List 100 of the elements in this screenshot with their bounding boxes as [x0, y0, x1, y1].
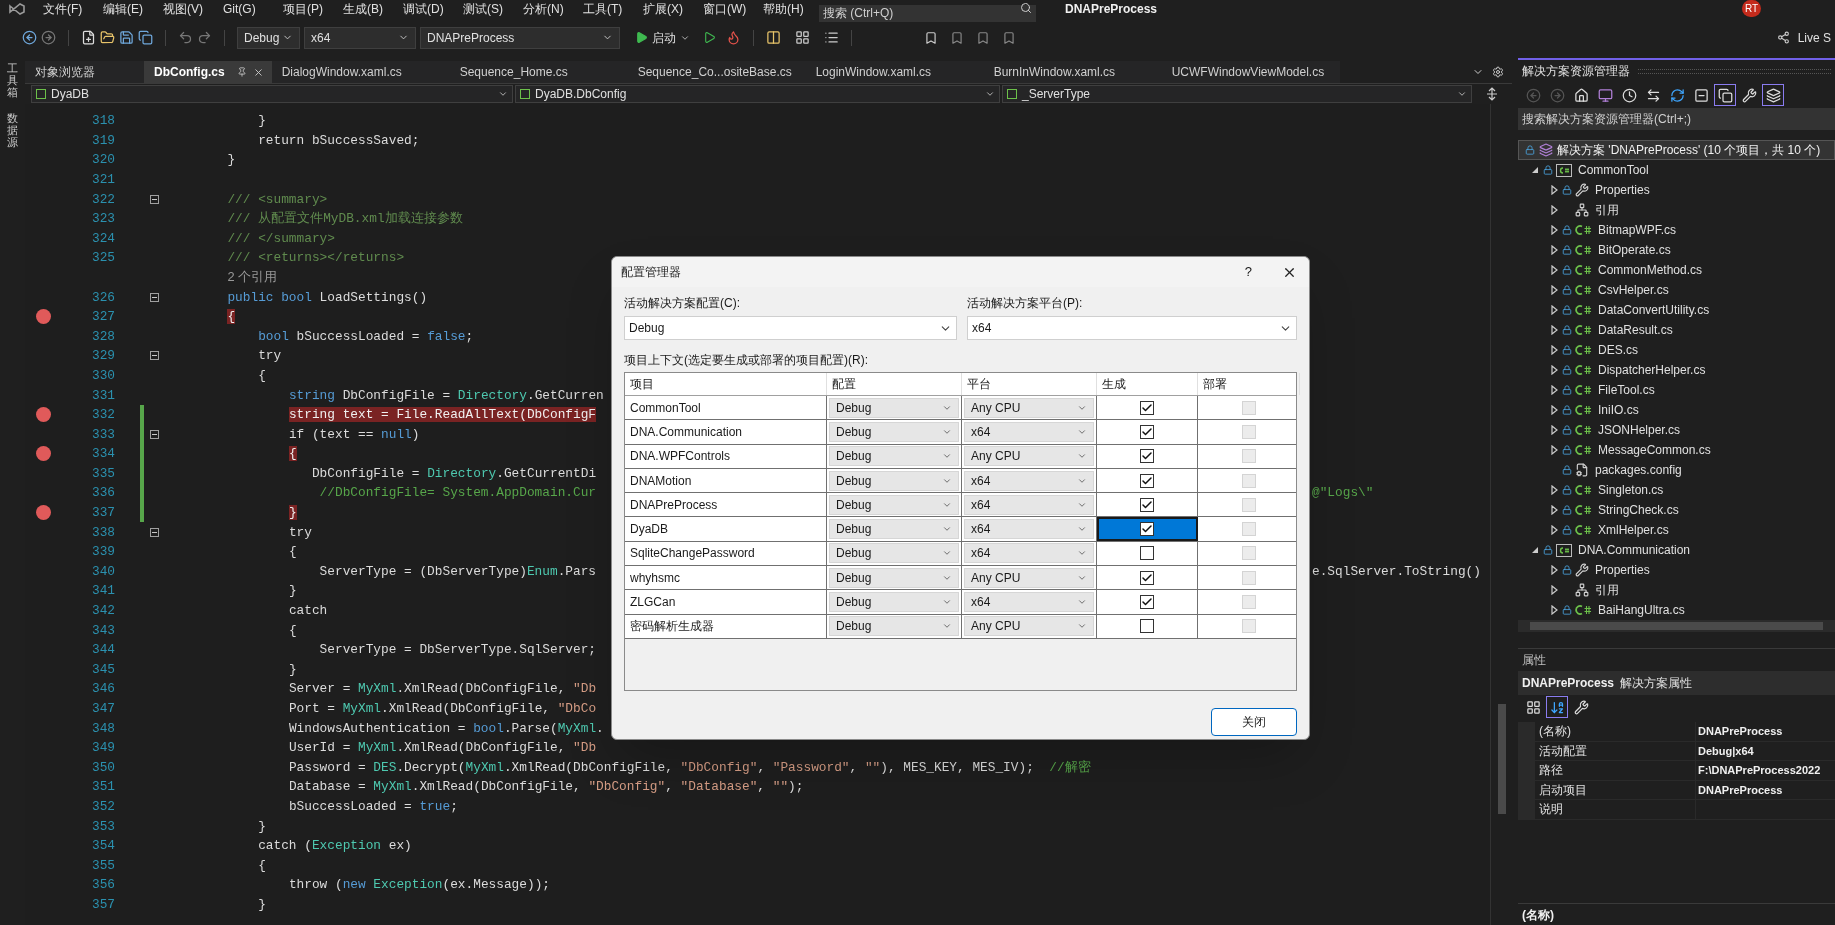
tree-item[interactable]: IniIO.cs: [1598, 401, 1639, 419]
sort-alphabetical-icon[interactable]: [1546, 696, 1568, 718]
tree-item[interactable]: BaiHangUltra.cs: [1598, 601, 1685, 619]
split-icon[interactable]: [1486, 87, 1498, 101]
menu-item[interactable]: 视图(V): [163, 0, 223, 18]
configuration-dropdown[interactable]: Debug: [624, 316, 957, 340]
platform-dropdown[interactable]: x64: [964, 519, 1094, 540]
expand-arrow[interactable]: [1549, 505, 1559, 515]
new-project-icon[interactable]: [81, 30, 96, 45]
forward-icon[interactable]: [41, 30, 56, 45]
expand-arrow[interactable]: [1549, 525, 1559, 535]
tree-item[interactable]: CsvHelper.cs: [1598, 281, 1669, 299]
build-checkbox[interactable]: [1140, 570, 1154, 585]
menu-item[interactable]: 工具(T): [583, 0, 643, 18]
platform-dropdown[interactable]: Any CPU: [964, 616, 1094, 637]
property-name[interactable]: 启动项目: [1535, 780, 1696, 799]
back-icon[interactable]: [22, 30, 37, 45]
expand-arrow[interactable]: [1549, 565, 1559, 575]
menu-item[interactable]: 分析(N): [523, 0, 583, 18]
menu-item[interactable]: 文件(F): [43, 0, 103, 18]
column-header[interactable]: 项目: [625, 373, 827, 395]
list-icon[interactable]: [824, 30, 839, 45]
share-icon[interactable]: [1776, 31, 1790, 44]
expand-arrow[interactable]: [1549, 305, 1559, 315]
tree-item[interactable]: Properties: [1595, 181, 1650, 199]
redo-icon[interactable]: [197, 30, 212, 45]
type-dropdown[interactable]: DyaDB.DbConfig: [515, 85, 1000, 103]
platform-dropdown[interactable]: x64: [964, 470, 1094, 491]
platform-dropdown[interactable]: Any CPU: [964, 567, 1094, 588]
build-checkbox[interactable]: [1140, 497, 1154, 512]
editor-tab[interactable]: Sequence_Home.cs: [449, 61, 628, 83]
tree-item[interactable]: JSONHelper.cs: [1598, 421, 1681, 439]
breakpoint-icon[interactable]: [36, 309, 51, 325]
property-value[interactable]: DNAPreProcess: [1696, 780, 1783, 799]
platform-dropdown[interactable]: x64: [304, 26, 416, 49]
platform-dropdown[interactable]: Any CPU: [964, 397, 1094, 418]
property-name[interactable]: 路径: [1535, 761, 1696, 780]
build-checkbox[interactable]: [1140, 522, 1154, 537]
editor-tab[interactable]: DbConfig.cs: [144, 61, 272, 83]
configuration-dropdown[interactable]: Debug: [237, 26, 300, 49]
expand-arrow[interactable]: [1549, 385, 1559, 395]
close-icon[interactable]: [252, 66, 264, 78]
tree-item[interactable]: MessageCommon.cs: [1598, 441, 1711, 459]
expand-arrow[interactable]: [1549, 325, 1559, 335]
build-checkbox[interactable]: [1140, 546, 1154, 561]
configuration-dropdown[interactable]: Debug: [829, 397, 959, 418]
save-icon[interactable]: [119, 30, 134, 45]
user-badge[interactable]: RT: [1742, 0, 1761, 17]
flame-icon[interactable]: [726, 30, 741, 45]
collapse-icon[interactable]: [150, 429, 159, 439]
side-tab[interactable]: 工具箱: [7, 62, 18, 99]
configuration-dropdown[interactable]: Debug: [829, 543, 959, 564]
tree-item[interactable]: DNA.Communication: [1578, 541, 1691, 559]
editor-tab[interactable]: UCWFWindowViewModel.cs: [1161, 61, 1340, 83]
member-dropdown[interactable]: _ServerType: [1002, 85, 1472, 103]
build-checkbox[interactable]: [1140, 449, 1154, 464]
settings-icon[interactable]: [1492, 66, 1504, 78]
platform-dropdown[interactable]: x64: [964, 543, 1094, 564]
editor-tab[interactable]: LoginWindow.xaml.cs: [805, 61, 984, 83]
bookmark-icon[interactable]: [924, 30, 938, 45]
tree-item[interactable]: DataConvertUtility.cs: [1598, 301, 1710, 319]
expand-arrow[interactable]: [1549, 365, 1559, 375]
undo-icon[interactable]: [178, 30, 193, 45]
tree-item[interactable]: Singleton.cs: [1598, 481, 1664, 499]
expand-arrow[interactable]: [1530, 165, 1540, 175]
preview-icon[interactable]: [1762, 84, 1784, 106]
editor-tab[interactable]: DialogWindow.xaml.cs: [271, 61, 450, 83]
tree-item[interactable]: DataResult.cs: [1598, 321, 1673, 339]
configuration-dropdown[interactable]: Debug: [829, 470, 959, 491]
editor-tab[interactable]: 对象浏览器: [25, 61, 144, 83]
configuration-dropdown[interactable]: Debug: [829, 519, 959, 540]
menu-item[interactable]: 编辑(E): [103, 0, 163, 18]
expand-arrow[interactable]: [1549, 425, 1559, 435]
expand-arrow[interactable]: [1549, 445, 1559, 455]
tree-item[interactable]: DispatcherHelper.cs: [1598, 361, 1706, 379]
pin-icon[interactable]: [236, 67, 247, 77]
bookmark-icon[interactable]: [976, 30, 990, 45]
property-value[interactable]: DNAPreProcess: [1696, 722, 1783, 741]
tree-item[interactable]: CommonMethod.cs: [1598, 261, 1703, 279]
tree-item[interactable]: BitmapWPF.cs: [1598, 221, 1676, 239]
column-header[interactable]: 平台: [962, 373, 1097, 395]
collapse-icon[interactable]: [150, 351, 159, 361]
menu-item[interactable]: 测试(S): [463, 0, 523, 18]
tree-item[interactable]: Properties: [1595, 561, 1650, 579]
tree-item[interactable]: 引用: [1595, 581, 1619, 599]
configuration-dropdown[interactable]: Debug: [829, 567, 959, 588]
tree-item[interactable]: FileTool.cs: [1598, 381, 1655, 399]
bookmark-icon[interactable]: [1002, 30, 1016, 45]
expand-arrow[interactable]: [1549, 405, 1559, 415]
breakpoint-icon[interactable]: [36, 407, 51, 423]
column-header[interactable]: 部署: [1198, 373, 1300, 395]
bookmark-icon[interactable]: [950, 30, 964, 45]
tree-item[interactable]: BitOperate.cs: [1598, 241, 1671, 259]
collapse-icon[interactable]: [150, 292, 159, 302]
platform-dropdown[interactable]: x64: [964, 494, 1094, 515]
platform-dropdown[interactable]: Any CPU: [964, 446, 1094, 467]
menu-item[interactable]: 调试(D): [403, 0, 463, 18]
collapse-icon[interactable]: [150, 527, 159, 537]
expand-arrow[interactable]: [1549, 285, 1559, 295]
configuration-dropdown[interactable]: Debug: [829, 421, 959, 442]
